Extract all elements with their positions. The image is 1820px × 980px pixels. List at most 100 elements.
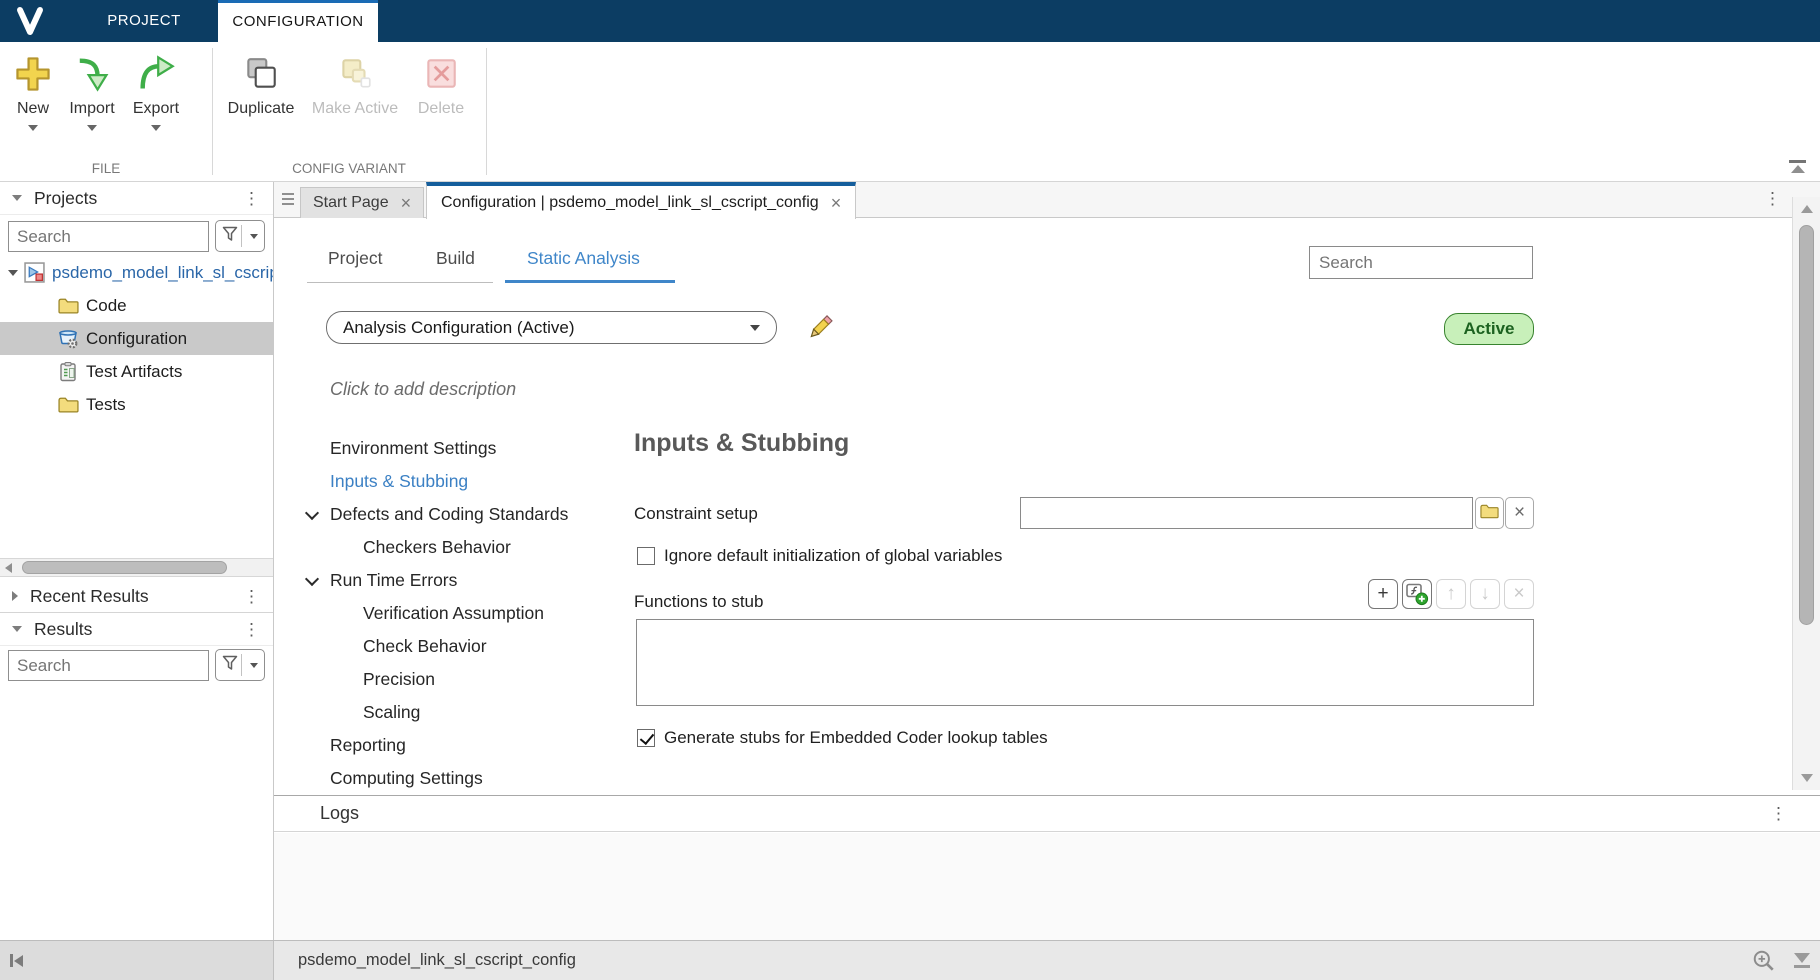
add-row-button[interactable]: + (1368, 579, 1398, 609)
collapse-panel-icon[interactable] (12, 195, 22, 201)
tree-item-configuration[interactable]: Configuration (0, 322, 273, 355)
add-function-button[interactable] (1402, 579, 1432, 609)
tab-label: Configuration | psdemo_model_link_sl_csc… (441, 194, 819, 212)
tree-item-code[interactable]: Code (0, 289, 273, 322)
import-button-label: Import (69, 100, 114, 118)
tab-start-page[interactable]: Start Page × (300, 187, 424, 218)
tree-item-tests[interactable]: Tests (0, 388, 273, 421)
clear-constraint-button[interactable]: × (1505, 497, 1534, 529)
delete-button-label: Delete (418, 100, 464, 118)
nav-item-verification-assumption[interactable]: Verification Assumption (300, 600, 620, 626)
status-bar-sidebar-segment (0, 941, 274, 980)
results-filter-button[interactable] (215, 649, 265, 681)
recent-results-panel-header[interactable]: Recent Results ⋮ (0, 580, 273, 613)
tree-expander-icon[interactable] (8, 270, 18, 276)
zoom-in-icon[interactable] (1752, 949, 1776, 973)
import-button[interactable]: Import (60, 50, 124, 131)
duplicate-icon (242, 52, 280, 96)
titlebar-tab-configuration[interactable]: CONFIGURATION (218, 0, 378, 42)
functions-to-stub-list[interactable] (636, 619, 1534, 706)
recent-results-menu-icon[interactable]: ⋮ (240, 588, 263, 605)
results-search-row (0, 649, 273, 683)
export-button[interactable]: Export (124, 50, 188, 131)
import-dropdown-chevron-icon[interactable] (87, 125, 97, 131)
scroll-down-arrow-icon[interactable] (1793, 768, 1820, 788)
logs-panel-body (274, 833, 1820, 940)
description-placeholder[interactable]: Click to add description (330, 379, 516, 400)
test-artifacts-icon (57, 361, 79, 383)
tab-project[interactable]: Project (328, 248, 382, 269)
export-dropdown-chevron-icon[interactable] (151, 125, 161, 131)
make-active-button-label: Make Active (312, 100, 398, 118)
collapse-panel-icon[interactable] (12, 626, 22, 632)
projects-panel-title: Projects (34, 188, 240, 209)
nav-item-precision[interactable]: Precision (300, 666, 620, 692)
config-variant-select[interactable]: Analysis Configuration (Active) (326, 311, 777, 344)
nav-item-scaling[interactable]: Scaling (300, 699, 620, 725)
nav-item-check-behavior[interactable]: Check Behavior (300, 633, 620, 659)
chevron-down-icon[interactable] (306, 508, 318, 520)
projects-menu-icon[interactable]: ⋮ (240, 190, 263, 207)
titlebar: PROJECT CONFIGURATION (0, 0, 1820, 42)
scroll-left-arrow-icon[interactable] (0, 559, 17, 576)
tab-drag-handle-icon[interactable] (282, 193, 294, 208)
constraint-setup-input[interactable] (1020, 497, 1473, 529)
new-dropdown-chevron-icon[interactable] (28, 125, 38, 131)
checkbox-unchecked-icon[interactable] (637, 547, 655, 565)
tab-static-analysis[interactable]: Static Analysis (527, 248, 640, 269)
nav-label: Defects and Coding Standards (330, 504, 568, 525)
status-bar: psdemo_model_link_sl_cscript_config (0, 940, 1820, 980)
rename-pencil-icon[interactable] (806, 313, 834, 341)
collapse-sidebar-icon[interactable] (10, 954, 23, 967)
make-active-button: Make Active (303, 50, 407, 118)
tab-build[interactable]: Build (436, 248, 475, 269)
results-menu-icon[interactable]: ⋮ (240, 621, 263, 638)
browse-folder-button[interactable] (1475, 497, 1504, 529)
nav-item-checkers-behavior[interactable]: Checkers Behavior (300, 534, 620, 560)
expand-panel-icon[interactable] (12, 591, 18, 601)
horizontal-scrollbar-thumb[interactable] (22, 561, 227, 574)
tab-bar-menu-icon[interactable]: ⋮ (1761, 190, 1784, 207)
new-button[interactable]: New (6, 50, 60, 131)
generate-stubs-checkbox[interactable]: Generate stubs for Embedded Coder lookup… (637, 728, 1048, 748)
projects-horizontal-scrollbar[interactable] (0, 558, 273, 577)
ribbon-group-config-variant: Duplicate Make Active Delete CONFIG VARI… (213, 42, 485, 181)
tab-configuration-document[interactable]: Configuration | psdemo_model_link_sl_csc… (426, 182, 856, 219)
nav-item-environment-settings[interactable]: Environment Settings (300, 435, 620, 461)
status-project-name: psdemo_model_link_sl_cscript_config (298, 941, 576, 980)
nav-item-run-time-errors[interactable]: Run Time Errors (300, 567, 620, 593)
checkbox-checked-icon[interactable] (637, 729, 655, 747)
logs-panel-header[interactable]: Logs ⋮ (274, 795, 1820, 832)
titlebar-tab-project[interactable]: PROJECT (84, 0, 204, 42)
main-vertical-scrollbar[interactable] (1792, 197, 1820, 790)
tree-item-label: Configuration (86, 329, 187, 349)
nav-label: Environment Settings (330, 438, 496, 459)
ignore-default-init-checkbox[interactable]: Ignore default initialization of global … (637, 546, 1002, 566)
close-tab-icon[interactable]: × (831, 194, 842, 212)
duplicate-button[interactable]: Duplicate (219, 50, 303, 118)
tree-item-label: psdemo_model_link_sl_cscript_config (52, 263, 273, 283)
results-search-input[interactable] (8, 650, 209, 681)
close-tab-icon[interactable]: × (401, 194, 412, 212)
nav-item-computing-settings[interactable]: Computing Settings (300, 765, 620, 791)
settings-search-input[interactable] (1309, 246, 1533, 279)
projects-panel-header[interactable]: Projects ⋮ (0, 182, 273, 215)
projects-filter-button[interactable] (215, 220, 265, 252)
collapse-ribbon-icon[interactable] (1789, 160, 1806, 173)
logs-menu-icon[interactable]: ⋮ (1767, 805, 1790, 822)
tree-item-test-artifacts[interactable]: Test Artifacts (0, 355, 273, 388)
tree-item-project-root[interactable]: psdemo_model_link_sl_cscript_config (0, 256, 273, 289)
vertical-scrollbar-thumb[interactable] (1799, 225, 1814, 625)
ribbon-separator (486, 48, 487, 175)
scroll-up-arrow-icon[interactable] (1793, 199, 1820, 219)
nav-item-defects-coding-standards[interactable]: Defects and Coding Standards (300, 501, 620, 527)
import-arrow-icon (72, 52, 112, 96)
projects-search-input[interactable] (8, 221, 209, 252)
nav-item-inputs-stubbing[interactable]: Inputs & Stubbing (300, 468, 620, 494)
results-panel-header[interactable]: Results ⋮ (0, 613, 273, 646)
polyspace-app-window: PROJECT CONFIGURATION New Import (0, 0, 1820, 980)
nav-item-reporting[interactable]: Reporting (300, 732, 620, 758)
chevron-down-icon[interactable] (306, 574, 318, 586)
tree-item-label: Test Artifacts (86, 362, 182, 382)
collapse-bottom-panel-icon[interactable] (1794, 953, 1810, 968)
